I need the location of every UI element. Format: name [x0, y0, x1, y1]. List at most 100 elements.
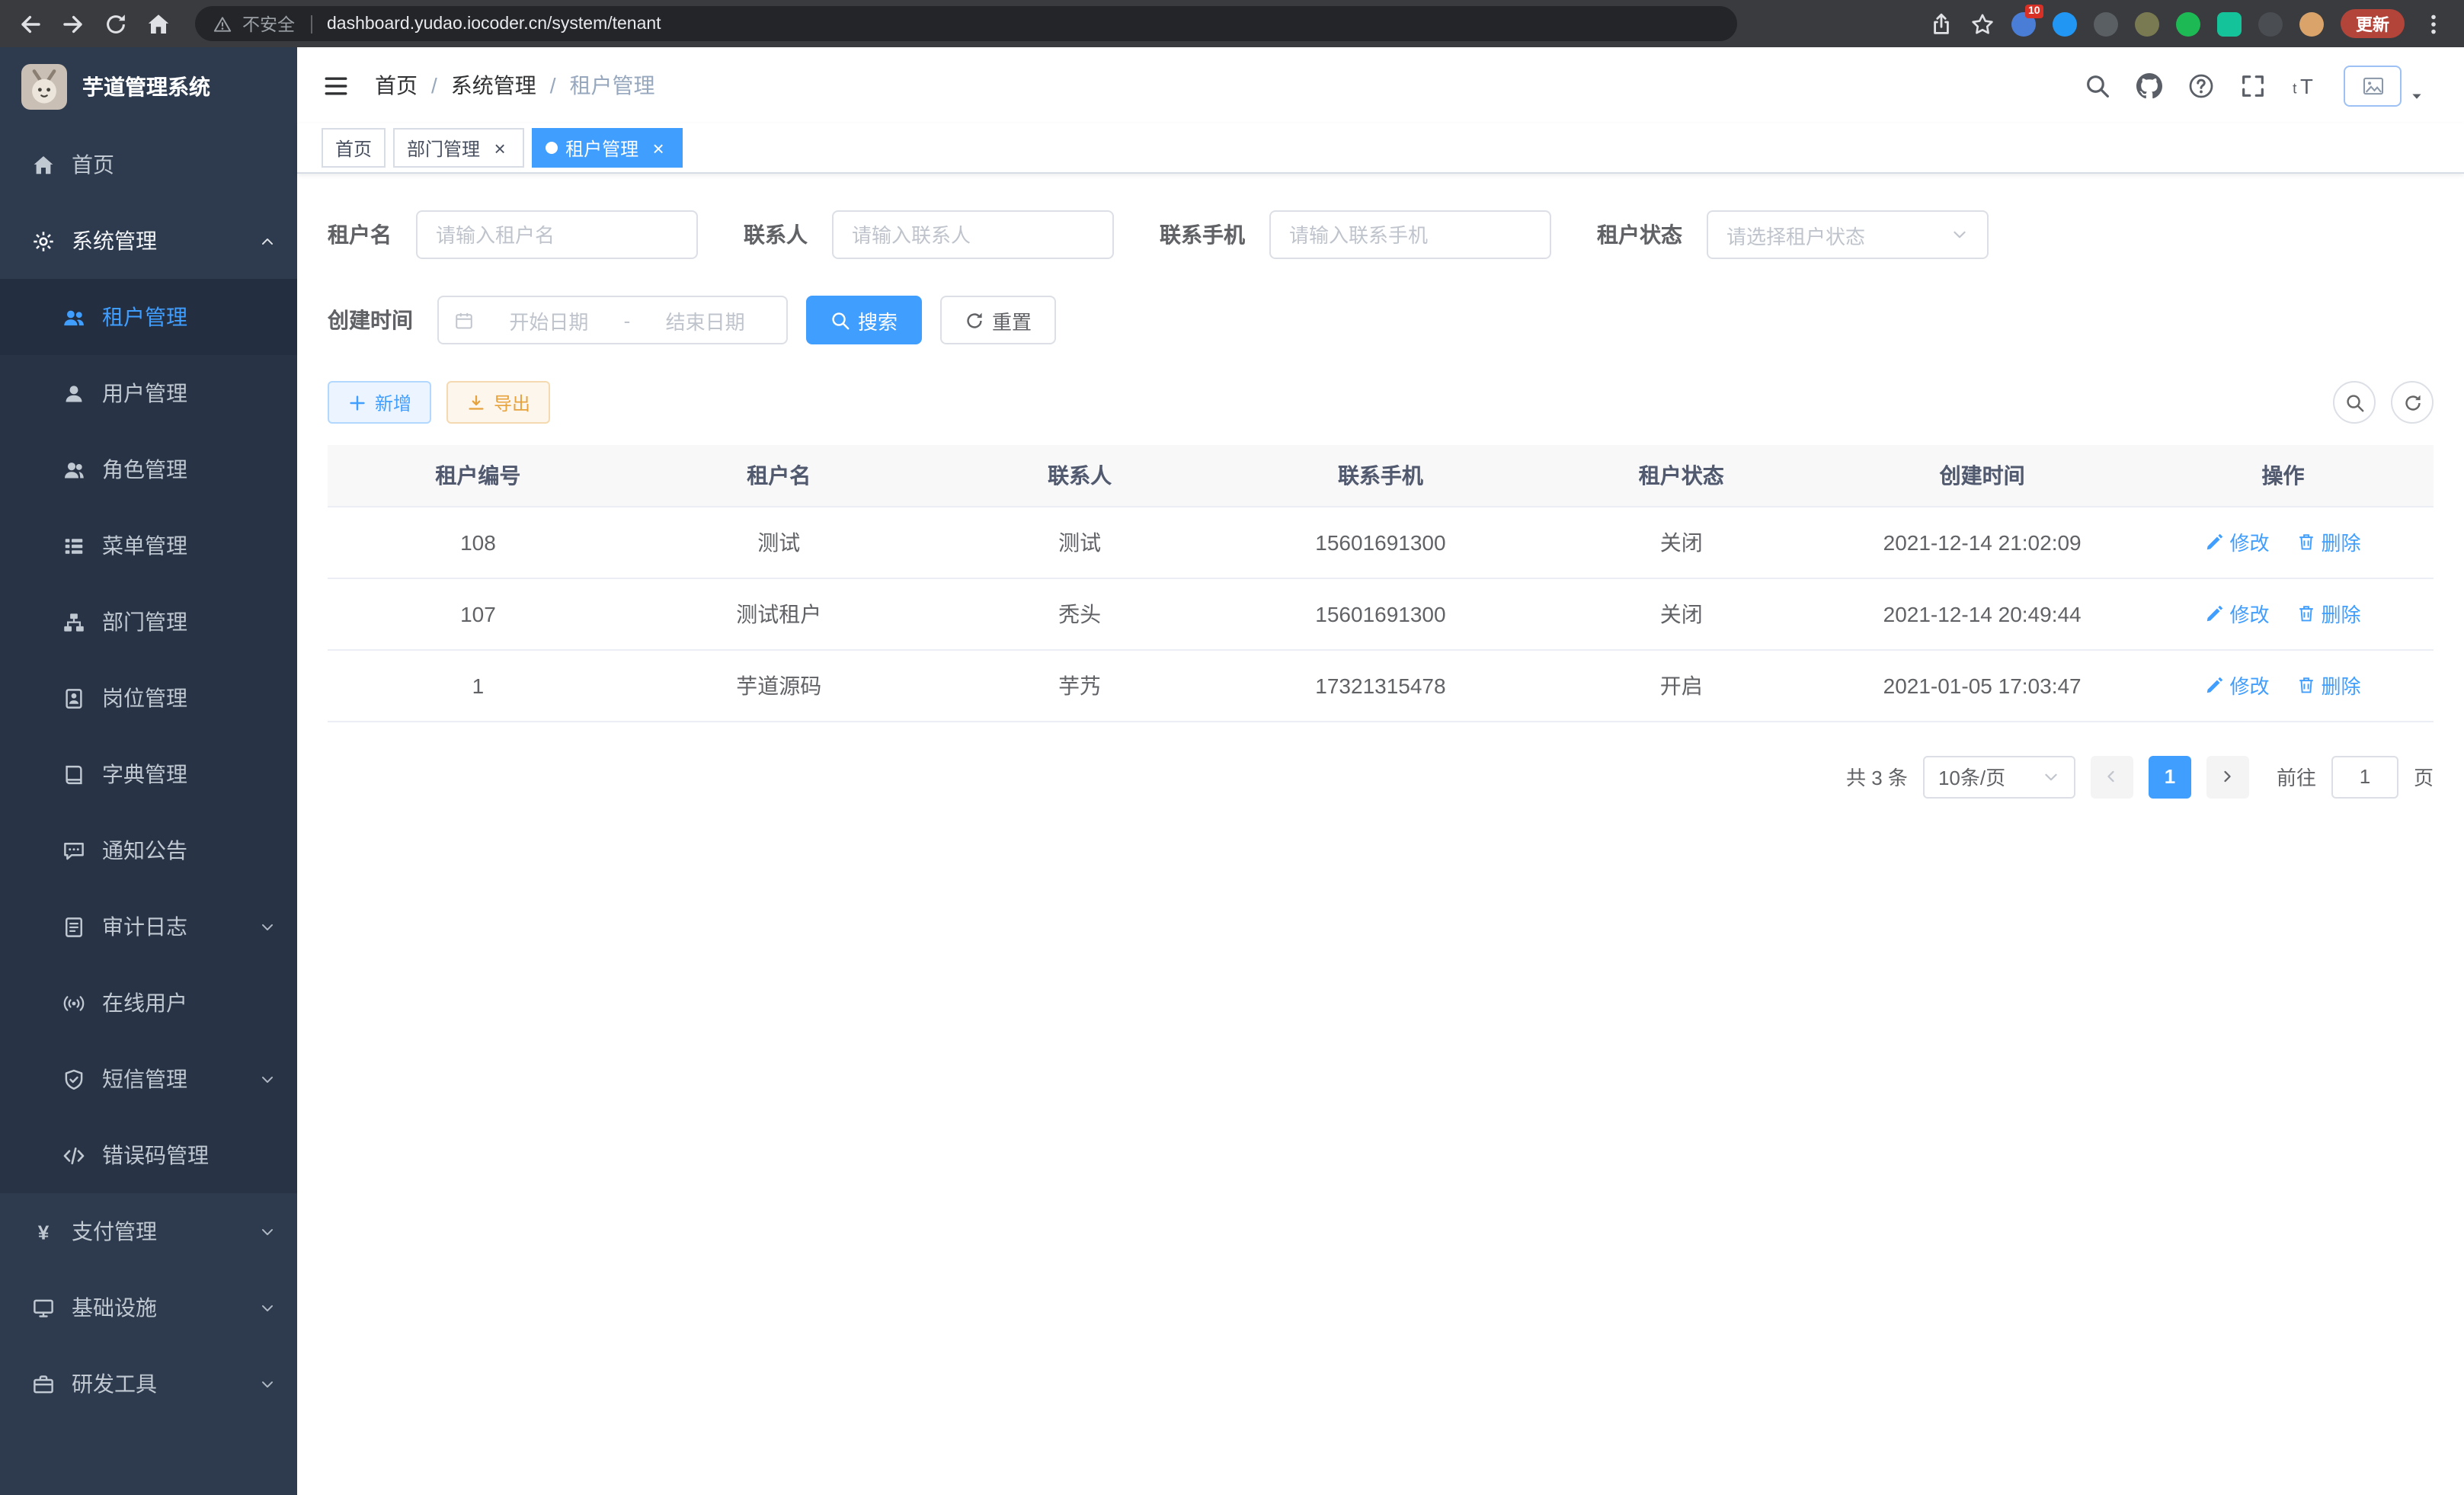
- end-date-placeholder: 结束日期: [639, 306, 771, 335]
- sidebar-item-notice[interactable]: 通知公告: [0, 812, 297, 888]
- phone-input[interactable]: [1269, 210, 1551, 259]
- chevron-down-icon: [1950, 226, 1969, 244]
- breadcrumb-separator: /: [550, 73, 556, 98]
- sidebar-item-error-code[interactable]: 错误码管理: [0, 1117, 297, 1193]
- sidebar-item-sms[interactable]: 短信管理: [0, 1041, 297, 1117]
- yen-icon: ¥: [32, 1220, 55, 1243]
- sidebar-item-post[interactable]: 岗位管理: [0, 660, 297, 736]
- browser-forward-button[interactable]: [61, 11, 85, 36]
- browser-menu-button[interactable]: [2421, 11, 2446, 36]
- browser-toolbar: 不安全 dashboard.yudao.iocoder.cn/system/te…: [0, 0, 2464, 47]
- delete-link[interactable]: 删除: [2297, 599, 2361, 628]
- edit-link[interactable]: 修改: [2206, 599, 2270, 628]
- next-page-button[interactable]: [2206, 755, 2249, 798]
- browser-back-button[interactable]: [18, 11, 43, 36]
- sidebar-item-tenant[interactable]: 租户管理: [0, 279, 297, 355]
- badge-icon: [62, 687, 85, 709]
- sidebar-item-devtool[interactable]: 研发工具: [0, 1346, 297, 1422]
- delete-link[interactable]: 删除: [2297, 671, 2361, 699]
- start-date-placeholder: 开始日期: [483, 306, 615, 335]
- sidebar-item-system[interactable]: 系统管理: [0, 203, 297, 279]
- delete-link[interactable]: 删除: [2297, 527, 2361, 556]
- tab-dept[interactable]: 部门管理×: [393, 128, 524, 168]
- pencil-icon: [2206, 603, 2226, 623]
- sidebar-item-label: 部门管理: [102, 607, 187, 637]
- help-button[interactable]: [2188, 72, 2214, 98]
- browser-reload-button[interactable]: [104, 11, 128, 36]
- submenu-system: 租户管理用户管理角色管理菜单管理部门管理岗位管理字典管理通知公告审计日志在线用户…: [0, 279, 297, 1193]
- extension-icon-green-check[interactable]: [2176, 11, 2200, 36]
- add-button-label: 新增: [375, 389, 411, 415]
- chevron-up-icon: [259, 232, 276, 249]
- sidebar-menu: 首页系统管理租户管理用户管理角色管理菜单管理部门管理岗位管理字典管理通知公告审计…: [0, 126, 297, 1495]
- tab-tenant[interactable]: 租户管理×: [532, 128, 683, 168]
- reset-button[interactable]: 重置: [940, 296, 1056, 344]
- tenant-name-input[interactable]: [416, 210, 698, 259]
- message-icon: [62, 839, 85, 862]
- sidebar-item-role[interactable]: 角色管理: [0, 431, 297, 507]
- extension-icon-puzzle[interactable]: [2258, 11, 2283, 36]
- github-button[interactable]: [2136, 72, 2162, 98]
- sidebar-item-home[interactable]: 首页: [0, 126, 297, 203]
- contact-input[interactable]: [832, 210, 1114, 259]
- page-content: 租户名联系人联系手机租户状态请选择租户状态 创建时间 开始日期 - 结束日期: [297, 174, 2464, 1495]
- extension-icon-avatar[interactable]: [2299, 11, 2324, 36]
- prev-page-button[interactable]: [2091, 755, 2133, 798]
- toggle-search-button[interactable]: [2333, 381, 2376, 424]
- address-bar[interactable]: 不安全 dashboard.yudao.iocoder.cn/system/te…: [195, 6, 1737, 41]
- search-button[interactable]: [2085, 72, 2110, 98]
- svg-text:t: t: [2293, 81, 2297, 97]
- export-button[interactable]: 导出: [446, 381, 550, 424]
- goto-page-input[interactable]: [2331, 755, 2398, 798]
- edit-link[interactable]: 修改: [2206, 527, 2270, 556]
- status-select[interactable]: 请选择租户状态: [1707, 210, 1989, 259]
- extension-icon-blue-badged[interactable]: 10: [2011, 11, 2036, 36]
- tab-home[interactable]: 首页: [322, 128, 386, 168]
- header-actions: tT: [2085, 72, 2318, 98]
- page-number-button[interactable]: 1: [2149, 755, 2191, 798]
- breadcrumb-item[interactable]: 首页: [375, 70, 418, 101]
- share-icon[interactable]: [1929, 11, 1954, 36]
- column-header: 联系人: [930, 445, 1230, 506]
- breadcrumb: 首页/系统管理/租户管理: [375, 70, 655, 101]
- browser-update-button[interactable]: 更新: [2341, 9, 2405, 38]
- edit-link[interactable]: 修改: [2206, 671, 2270, 699]
- sidebar-item-label: 在线用户: [102, 988, 187, 1018]
- reset-button-label: 重置: [992, 306, 1032, 335]
- header-right: tT: [2085, 65, 2424, 106]
- search-button[interactable]: 搜索: [806, 296, 922, 344]
- extension-icon-green-square[interactable]: [2217, 11, 2242, 36]
- sidebar-item-label: 研发工具: [72, 1369, 157, 1399]
- role-icon: [62, 458, 85, 481]
- sidebar-item-user[interactable]: 用户管理: [0, 355, 297, 431]
- extension-icon-dark-ring[interactable]: [2094, 11, 2118, 36]
- refresh-table-button[interactable]: [2391, 381, 2434, 424]
- hamburger-icon[interactable]: [323, 72, 349, 98]
- chevron-right-icon: [2219, 768, 2236, 785]
- sidebar-item-online-user[interactable]: 在线用户: [0, 965, 297, 1041]
- fullscreen-button[interactable]: [2240, 72, 2266, 98]
- bookmark-star-icon[interactable]: [1970, 11, 1995, 36]
- breadcrumb-item[interactable]: 系统管理: [451, 70, 536, 101]
- page-size-select[interactable]: 10条/页: [1923, 755, 2075, 798]
- tab-close-icon[interactable]: ×: [648, 137, 669, 158]
- date-range-picker[interactable]: 开始日期 - 结束日期: [437, 296, 788, 344]
- sidebar-item-menu[interactable]: 菜单管理: [0, 507, 297, 584]
- table-header-row: 租户编号租户名联系人联系手机租户状态创建时间操作: [328, 445, 2434, 506]
- add-button[interactable]: 新增: [328, 381, 431, 424]
- extension-icon-drop[interactable]: [2053, 11, 2077, 36]
- sidebar-item-audit-log[interactable]: 审计日志: [0, 888, 297, 965]
- font-size-button[interactable]: tT: [2292, 72, 2318, 98]
- sidebar-item-dict[interactable]: 字典管理: [0, 736, 297, 812]
- avatar-dropdown[interactable]: [2344, 65, 2424, 106]
- sidebar-item-dept[interactable]: 部门管理: [0, 584, 297, 660]
- chevron-down-icon: [259, 1375, 276, 1392]
- browser-home-button[interactable]: [146, 11, 171, 36]
- sidebar-item-infra[interactable]: 基础设施: [0, 1269, 297, 1346]
- tab-close-icon[interactable]: ×: [489, 137, 510, 158]
- sidebar-item-payment[interactable]: ¥支付管理: [0, 1193, 297, 1269]
- filter-item: 联系人: [744, 210, 1114, 259]
- extension-icon-olive[interactable]: [2135, 11, 2159, 36]
- main-panel: 首页/系统管理/租户管理 tT 首页部门管理×租户管理× 租户名联系人联系手机租…: [297, 47, 2464, 1495]
- app-logo[interactable]: 芋道管理系统: [0, 47, 297, 126]
